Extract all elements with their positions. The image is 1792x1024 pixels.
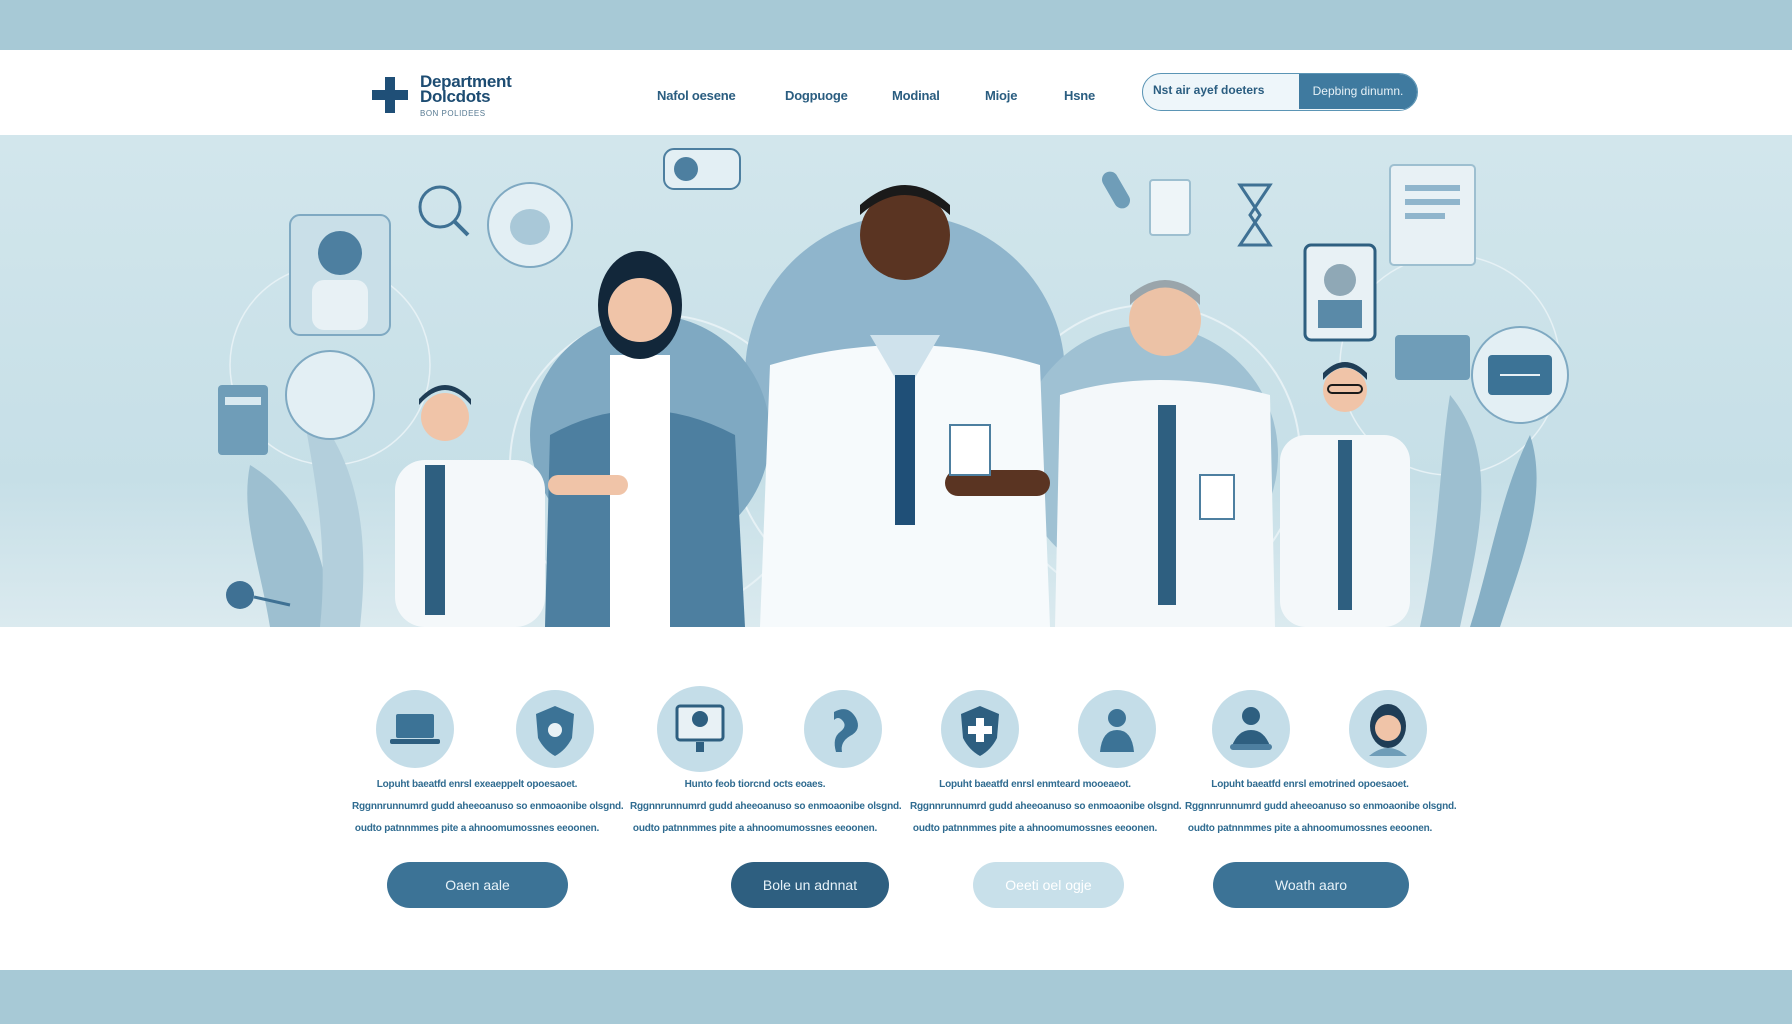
feature-3-line2: Rggnnrunnumrd gudd aheeoanuso so enmoaon… — [910, 801, 1182, 812]
laptop-icon — [376, 690, 454, 768]
cta-button-2[interactable]: Bole un adnnat — [731, 862, 889, 908]
top-band — [0, 0, 1792, 50]
feature-3-line1: Lopuht baeatfd enrsl enmteard mooeaeot. — [939, 779, 1131, 790]
feature-4-line1: Lopuht baeatfd enrsl emotrined opoesaoet… — [1211, 779, 1409, 790]
feature-2-line3: oudto patnnmmes pite a ahnoomumossnes ee… — [632, 823, 878, 834]
features-section — [0, 627, 1792, 970]
cta-button-4[interactable]: Woath aaro — [1213, 862, 1409, 908]
feature-text-4: Lopuht baeatfd enrsl emotrined opoesaoet… — [1185, 774, 1457, 840]
feature-1-line3: oudto patnnmmes pite a ahnoomumossnes ee… — [354, 823, 600, 834]
feature-4-line3: oudto patnnmmes pite a ahnoomumossnes ee… — [1187, 823, 1433, 834]
document-icon — [1149, 179, 1191, 236]
site-header: Department Dolcdots BON POLIDEES Nafol o… — [0, 50, 1792, 135]
woman-avatar-icon — [1349, 690, 1427, 768]
feature-1-line1: Lopuht baeatfd enrsl exeaeppelt opoesaoe… — [376, 779, 578, 790]
logo-subtitle: BON POLIDEES — [420, 109, 486, 118]
nav-item-2[interactable]: Dogpuoge — [785, 88, 848, 106]
search-bar: Nst air ayef doeters Depbing dinumn. — [1142, 73, 1418, 111]
capsule-icon — [1102, 171, 1130, 209]
report-icon — [218, 385, 268, 455]
nav-item-5[interactable]: Hsne — [1064, 88, 1095, 106]
leaf-right-1 — [1420, 395, 1482, 627]
cta-button-3[interactable]: Oeeti oel ogje — [973, 862, 1124, 908]
feature-text-3: Lopuht baeatfd enrsl enmteard mooeaeot. … — [910, 774, 1182, 840]
shield-cross-icon — [941, 690, 1019, 768]
patient-icon — [1212, 690, 1290, 768]
doctor-center — [760, 185, 1050, 627]
doctor-monitor-icon — [657, 686, 743, 772]
medical-cross-icon — [372, 77, 408, 113]
cta-button-1[interactable]: Oaen aale — [387, 862, 568, 908]
chart-card-icon — [1395, 335, 1470, 380]
nav-item-4[interactable]: Mioje — [985, 88, 1017, 106]
doctor-woman — [545, 251, 745, 627]
hero-banner — [0, 135, 1792, 627]
feature-2-line2: Rggnnrunnumrd gudd aheeoanuso so enmoaon… — [630, 801, 902, 812]
doctor-far-left — [395, 385, 545, 627]
feature-1-line2: Rggnnrunnumrd gudd aheeoanuso so enmoaon… — [352, 801, 624, 812]
hero-illustration — [218, 148, 1569, 627]
node-icon — [226, 581, 254, 609]
search-input[interactable]: Nst air ayef doeters — [1143, 74, 1299, 109]
person-icon — [1078, 690, 1156, 768]
nav-item-3[interactable]: Modinal — [892, 88, 940, 106]
search-button[interactable]: Depbing dinumn. — [1299, 74, 1417, 109]
feature-4-line2: Rggnnrunnumrd gudd aheeoanuso so enmoaon… — [1185, 801, 1457, 812]
doctor-right — [1055, 280, 1275, 627]
feature-text-2: Hunto feob tiorcnd octs eoaes. Rggnnrunn… — [630, 774, 902, 840]
brain-icon — [804, 690, 882, 768]
nav-item-1[interactable]: Nafol oesene — [657, 88, 736, 106]
shield-pin-icon — [516, 690, 594, 768]
hourglass-icon — [1237, 183, 1273, 247]
bottom-band — [0, 970, 1792, 1024]
doctor-far-right — [1280, 362, 1410, 627]
logo-title: Department Dolcdots — [420, 73, 512, 106]
feature-2-line1: Hunto feob tiorcnd octs eoaes. — [684, 779, 826, 790]
leaf-right-2 — [1470, 435, 1537, 627]
logo-title-line2: Dolcdots — [420, 87, 491, 106]
hand-icon — [285, 350, 375, 440]
feature-3-line3: oudto patnnmmes pite a ahnoomumossnes ee… — [912, 823, 1158, 834]
feature-text-1: Lopuht baeatfd enrsl exeaeppelt opoesaoe… — [352, 774, 624, 840]
logo[interactable]: Department Dolcdots BON POLIDEES — [368, 72, 548, 120]
